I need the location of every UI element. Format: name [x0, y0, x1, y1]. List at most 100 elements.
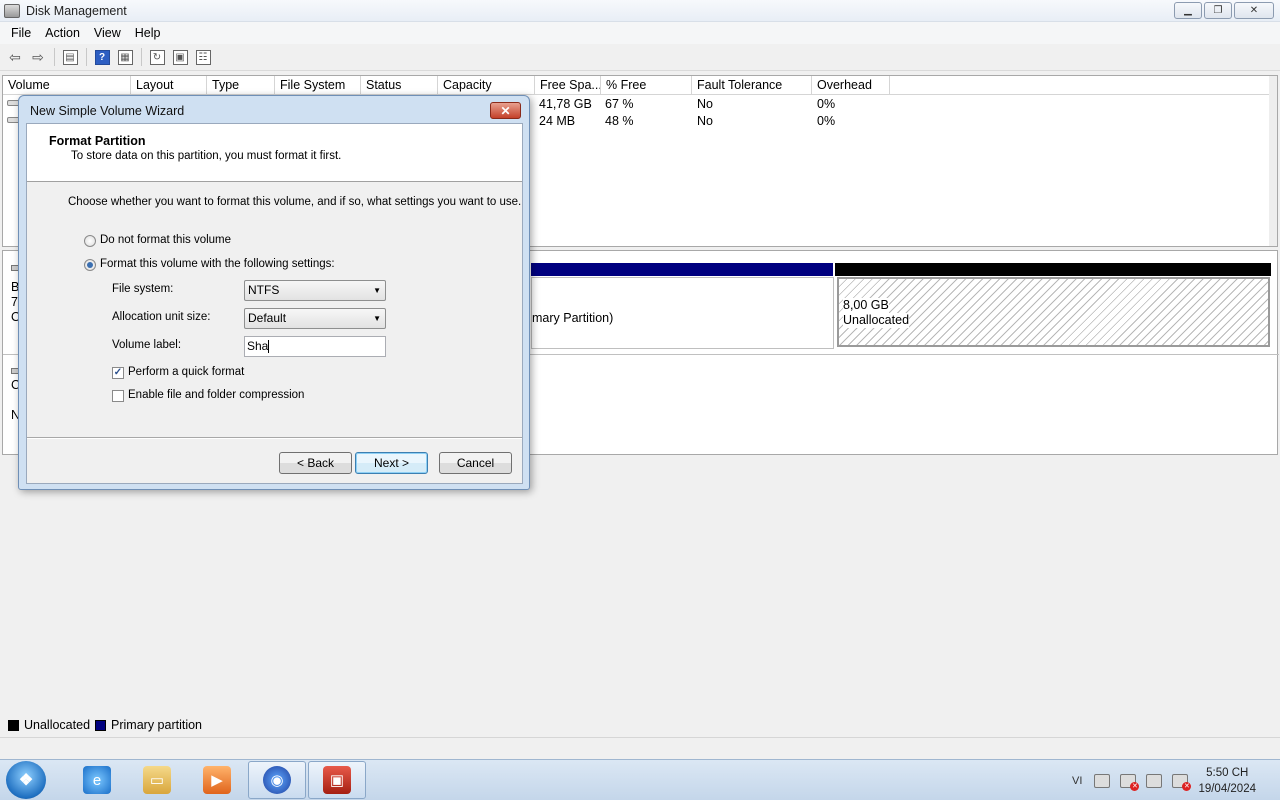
allocation-unit-size-value: Default	[248, 311, 287, 325]
dialog-body: Format Partition To store data on this p…	[26, 123, 523, 484]
volume-label-label: Volume label:	[112, 339, 182, 351]
column-header-capacity[interactable]: Capacity	[438, 76, 535, 95]
menu-help[interactable]: Help	[128, 26, 168, 40]
radio-do-not-format[interactable]	[84, 235, 96, 247]
allocation-unit-size-select[interactable]: Default ▼	[244, 308, 386, 329]
compression-label[interactable]: Enable file and folder compression	[128, 389, 304, 401]
unallocated-label: Unallocated	[843, 313, 910, 328]
legend-swatch-primary	[95, 719, 107, 731]
dialog-title: New Simple Volume Wizard	[30, 104, 185, 118]
disk-management-app-icon	[4, 3, 20, 18]
menu-action[interactable]: Action	[38, 26, 87, 40]
text-caret	[268, 340, 270, 354]
wizard-header: Format Partition To store data on this p…	[27, 124, 522, 182]
legend: Unallocated Primary partition	[2, 715, 1278, 735]
window-title: Disk Management	[26, 3, 127, 18]
taskbar-firefox[interactable]: ◉	[248, 761, 306, 799]
file-explorer-icon: ▭	[143, 766, 171, 794]
column-header-type[interactable]: Type	[207, 76, 275, 95]
legend-label-primary: Primary partition	[111, 718, 203, 732]
window-titlebar: Disk Management ▁ ❐ ✕	[0, 0, 1280, 22]
close-icon: ✕	[500, 103, 511, 118]
properties-icon[interactable]: ▦	[114, 46, 136, 68]
radio-do-not-format-label[interactable]: Do not format this volume	[100, 234, 231, 246]
column-header-fault-tolerance[interactable]: Fault Tolerance	[692, 76, 812, 95]
primary-partition-label: mary Partition)	[532, 311, 614, 325]
cell-overhead: 0%	[817, 114, 836, 128]
column-header-layout[interactable]: Layout	[131, 76, 207, 95]
primary-partition[interactable]: mary Partition)	[531, 277, 834, 349]
legend-swatch-unallocated	[8, 719, 19, 731]
rescan-disks-icon[interactable]: ▣	[169, 46, 191, 68]
internet-explorer-icon: e	[83, 766, 111, 794]
start-button[interactable]: ❖	[6, 761, 46, 799]
unallocated-size: 8,00 GB	[843, 298, 889, 313]
back-arrow-icon[interactable]: ⇦	[4, 46, 26, 68]
column-header-free-space[interactable]: Free Spa...	[535, 76, 601, 95]
close-button[interactable]: ✕	[1234, 2, 1274, 19]
clock-date: 19/04/2024	[1198, 782, 1256, 795]
menu-view[interactable]: View	[87, 26, 128, 40]
dialog-titlebar: New Simple Volume Wizard ✕	[19, 96, 529, 123]
quick-format-label[interactable]: Perform a quick format	[128, 366, 244, 378]
taskbar-computer-management[interactable]: ▣	[308, 761, 366, 799]
taskbar-internet-explorer[interactable]: e	[68, 761, 126, 799]
refresh-icon[interactable]: ↻	[146, 46, 168, 68]
volume-list-header: Volume Layout Type File System Status Ca…	[3, 76, 1277, 95]
unallocated-space[interactable]: 8,00 GB Unallocated	[837, 277, 1270, 347]
minimize-icon: ▁	[1184, 5, 1192, 16]
computer-management-toolbox-icon: ▣	[323, 766, 351, 794]
file-system-select[interactable]: NTFS ▼	[244, 280, 386, 301]
compression-checkbox[interactable]	[112, 390, 124, 402]
volume-list-scrollbar[interactable]	[1269, 76, 1277, 246]
back-button[interactable]: < Back	[279, 452, 352, 474]
radio-format-volume-label[interactable]: Format this volume with the following se…	[100, 258, 335, 270]
minimize-button[interactable]: ▁	[1174, 2, 1202, 19]
wizard-page-title: Format Partition	[49, 134, 146, 148]
file-system-label: File system:	[112, 283, 174, 295]
quick-format-checkbox[interactable]: ✓	[112, 367, 124, 379]
firefox-icon: ◉	[263, 766, 291, 794]
wizard-page-subtitle: To store data on this partition, you mus…	[71, 150, 342, 162]
primary-partition-bar	[531, 263, 833, 276]
restore-button[interactable]: ❐	[1204, 2, 1232, 19]
toolbar: ⇦ ⇨ ▤ ? ▦ ↻ ▣ ☷	[0, 44, 1280, 71]
file-system-value: NTFS	[248, 283, 280, 297]
keyboard-icon[interactable]	[1094, 773, 1111, 788]
radio-format-volume[interactable]	[84, 259, 96, 271]
cell-free-space: 24 MB	[539, 114, 576, 128]
network-icon[interactable]	[1146, 773, 1163, 788]
volume-muted-icon[interactable]: ✕	[1172, 773, 1192, 791]
forward-arrow-icon[interactable]: ⇨	[27, 46, 49, 68]
action-center-icon[interactable]: ✕	[1120, 773, 1140, 791]
volume-label-input[interactable]: Sha	[244, 336, 386, 357]
column-header-volume[interactable]: Volume	[3, 76, 131, 95]
chevron-down-icon: ▼	[373, 286, 381, 295]
legend-label-unallocated: Unallocated	[24, 718, 91, 732]
column-header-percent-free[interactable]: % Free	[601, 76, 692, 95]
show-hide-console-tree-icon[interactable]: ▤	[59, 46, 81, 68]
allocation-unit-size-label: Allocation unit size:	[112, 311, 211, 323]
new-simple-volume-wizard: New Simple Volume Wizard ✕ Format Partit…	[18, 95, 530, 490]
volume-label-value: Sha	[247, 339, 269, 353]
chevron-down-icon: ▼	[373, 314, 381, 323]
instruction-text: Choose whether you want to format this v…	[68, 196, 522, 208]
next-button[interactable]: Next >	[355, 452, 428, 474]
taskbar-file-explorer[interactable]: ▭	[128, 761, 186, 799]
language-indicator[interactable]: VI	[1072, 775, 1082, 787]
column-header-file-system[interactable]: File System	[275, 76, 361, 95]
column-header-status[interactable]: Status	[361, 76, 438, 95]
menu-bar: File Action View Help	[0, 22, 1280, 44]
cell-percent-free: 48 %	[605, 114, 634, 128]
cell-fault-tolerance: No	[697, 97, 713, 111]
menu-file[interactable]: File	[4, 26, 38, 40]
clock[interactable]: 5:50 CH 19/04/2024	[1198, 765, 1256, 797]
dialog-close-button[interactable]: ✕	[490, 102, 521, 119]
toolbar-separator	[141, 48, 142, 66]
export-list-icon[interactable]: ☷	[192, 46, 214, 68]
help-icon[interactable]: ?	[91, 46, 113, 68]
column-header-overhead[interactable]: Overhead	[812, 76, 890, 95]
cancel-button[interactable]: Cancel	[439, 452, 512, 474]
system-tray: VI ✕ ✕ 5:50 CH 19/04/2024	[1072, 760, 1280, 800]
taskbar-media-player[interactable]: ▶	[188, 761, 246, 799]
